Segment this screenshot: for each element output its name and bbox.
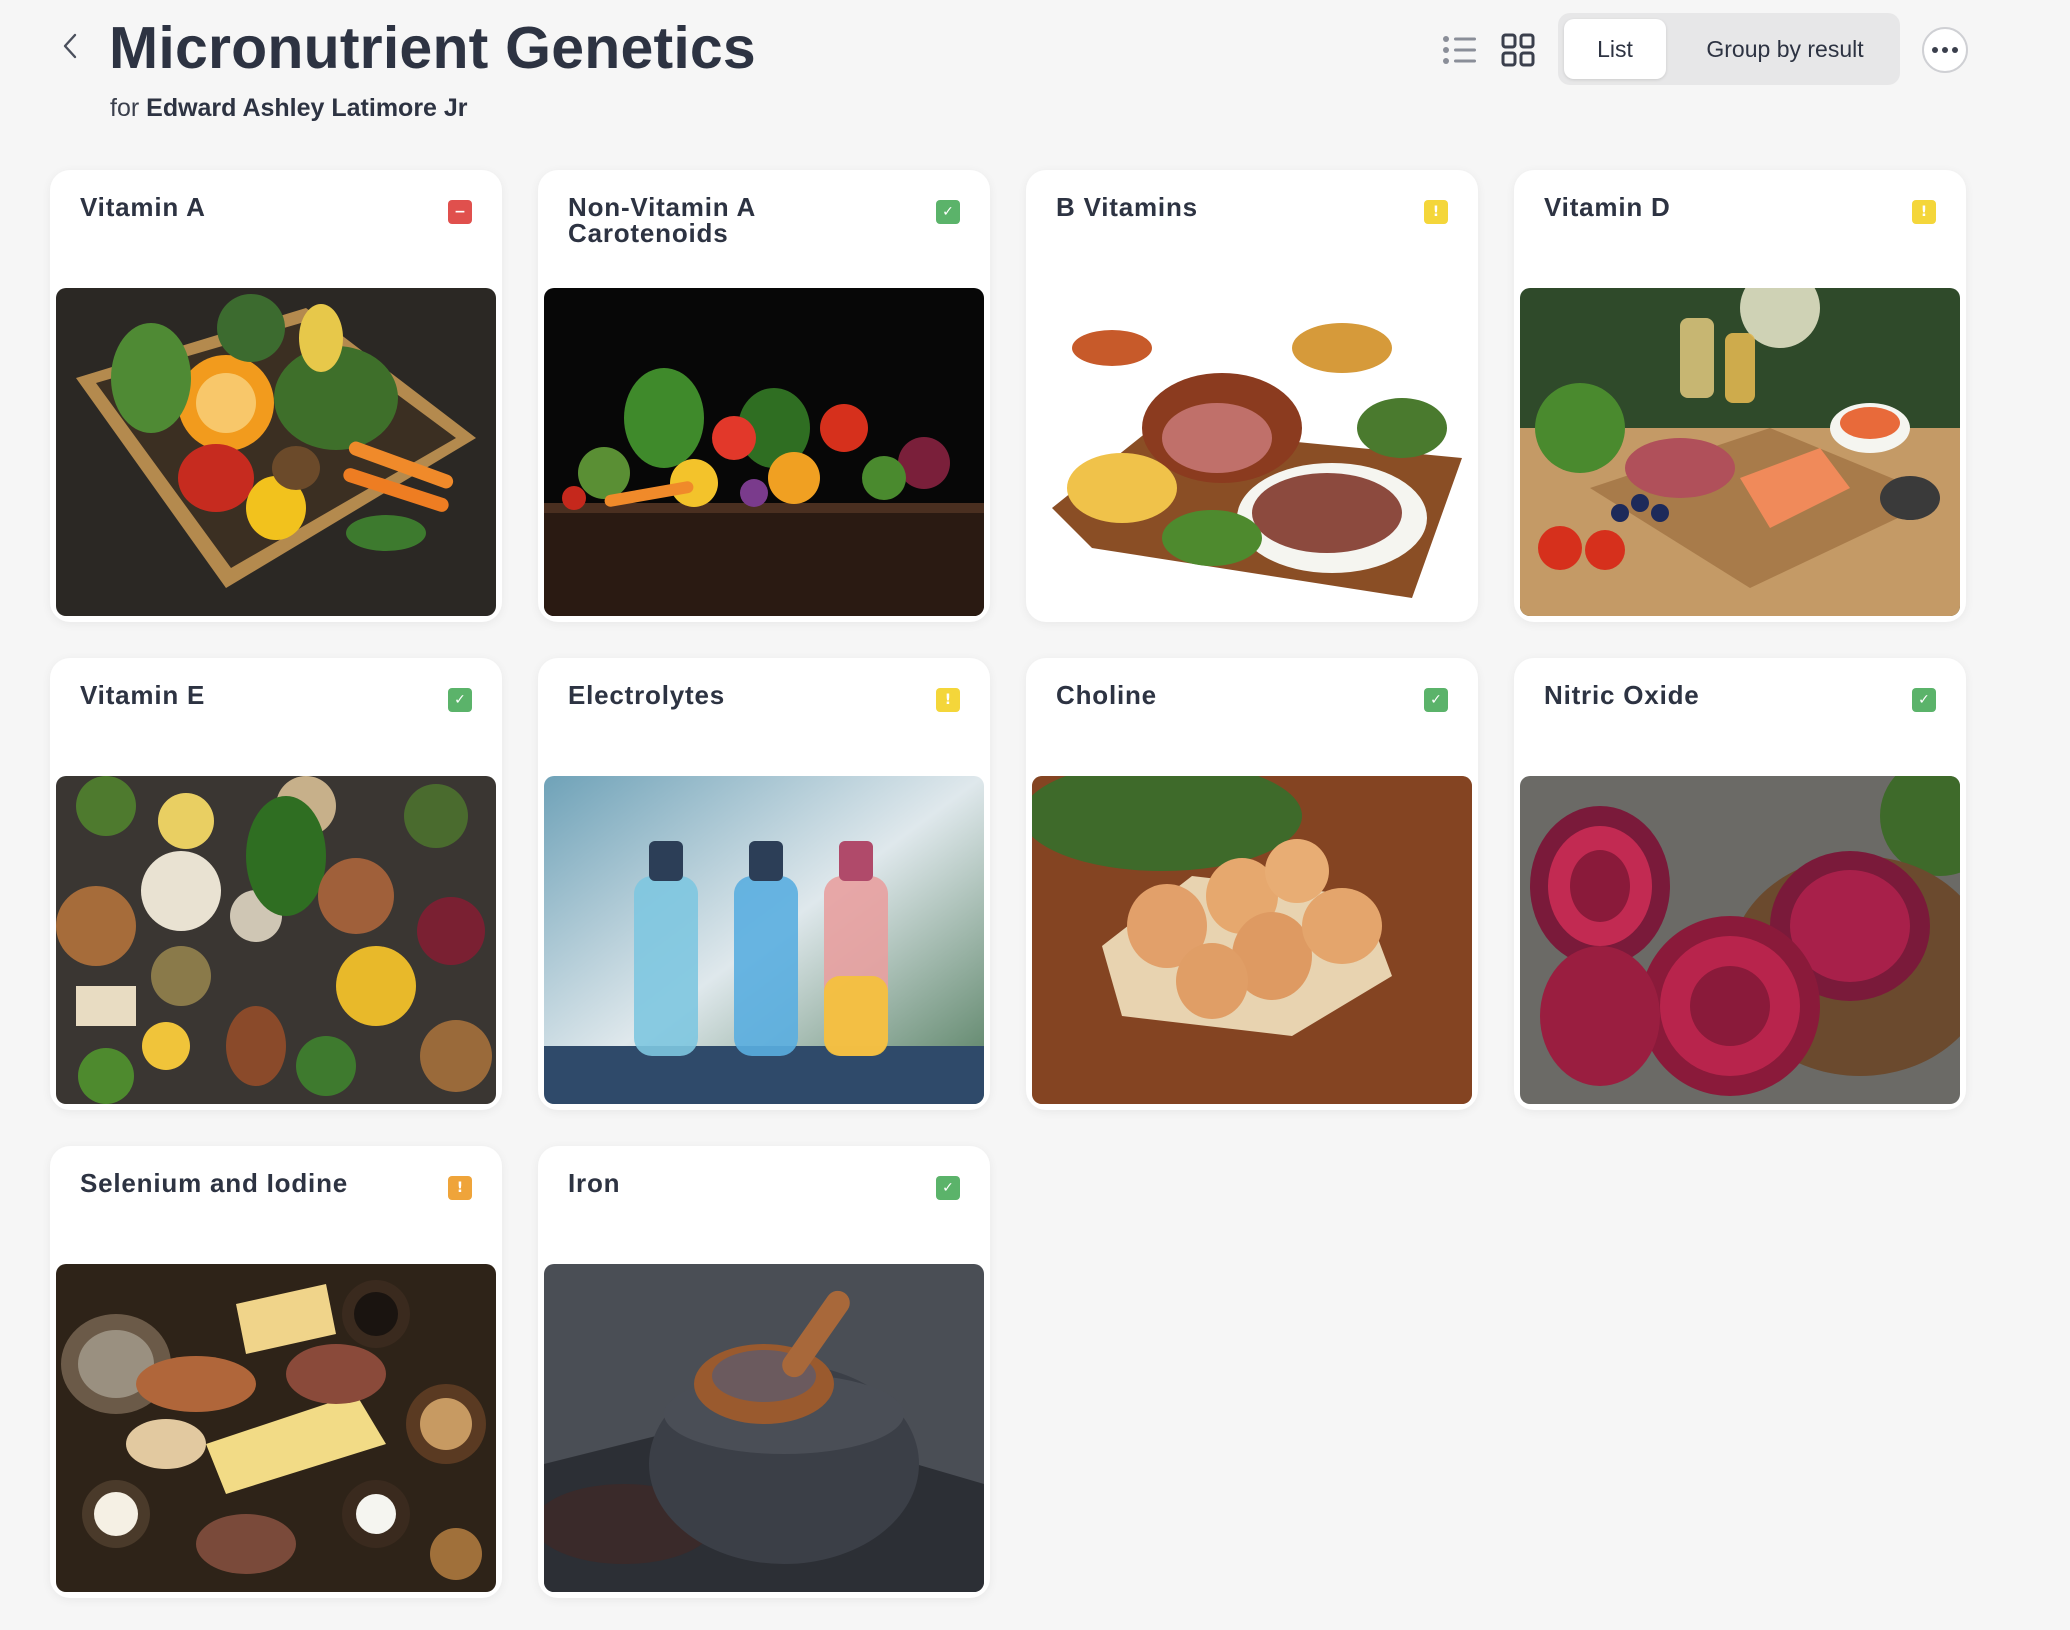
card-image	[544, 288, 984, 616]
card-title: Vitamin A	[80, 192, 206, 222]
card-title: Iron	[568, 1168, 621, 1198]
subtitle-prefix: for	[110, 94, 140, 122]
card-nitric-oxide[interactable]: Nitric Oxide ✓	[1514, 658, 1966, 1110]
card-b-vitamins[interactable]: B Vitamins !	[1026, 170, 1478, 622]
card-title: Choline	[1056, 680, 1157, 710]
card-image	[544, 776, 984, 1104]
list-icon	[1443, 36, 1476, 64]
chevron-left-icon	[63, 33, 77, 59]
card-non-vitamin-a-carotenoids[interactable]: Non-Vitamin A Carotenoids ✓	[538, 170, 990, 622]
card-choline[interactable]: Choline ✓	[1026, 658, 1478, 1110]
card-vitamin-d[interactable]: Vitamin D !	[1514, 170, 1966, 622]
more-icon	[1932, 47, 1958, 53]
status-check-icon: ✓	[1424, 688, 1448, 712]
grid-icon	[1501, 33, 1535, 67]
back-button[interactable]	[52, 28, 88, 64]
status-info-icon: !	[1912, 200, 1936, 224]
group-by-result-tab[interactable]: Group by result	[1676, 19, 1894, 79]
card-image	[56, 776, 496, 1104]
person-name: Edward Ashley Latimore Jr	[146, 94, 468, 122]
card-image	[544, 1264, 984, 1592]
card-electrolytes[interactable]: Electrolytes !	[538, 658, 990, 1110]
status-check-icon: ✓	[936, 200, 960, 224]
card-title: Non-Vitamin A Carotenoids	[568, 192, 756, 248]
status-check-icon: ✓	[1912, 688, 1936, 712]
card-vitamin-e[interactable]: Vitamin E ✓	[50, 658, 502, 1110]
card-title: Vitamin E	[80, 680, 206, 710]
card-title: B Vitamins	[1056, 192, 1198, 222]
card-image	[56, 288, 496, 616]
card-image	[1032, 776, 1472, 1104]
list-view-button[interactable]	[1440, 30, 1480, 70]
status-check-icon: ✓	[448, 688, 472, 712]
page-title: Micronutrient Genetics	[109, 15, 756, 81]
card-title: Nitric Oxide	[1544, 680, 1700, 710]
status-info-icon: !	[936, 688, 960, 712]
more-options-button[interactable]	[1922, 27, 1968, 73]
card-selenium-and-iodine[interactable]: Selenium and Iodine !	[50, 1146, 502, 1598]
card-title: Electrolytes	[568, 680, 726, 710]
status-warning-icon: −	[448, 200, 472, 224]
page-subtitle: for Edward Ashley Latimore Jr	[110, 92, 468, 124]
card-vitamin-a[interactable]: Vitamin A −	[50, 170, 502, 622]
card-title: Vitamin D	[1544, 192, 1671, 222]
card-image	[1520, 776, 1960, 1104]
card-iron[interactable]: Iron ✓	[538, 1146, 990, 1598]
card-image	[1032, 288, 1472, 616]
status-info-icon: !	[1424, 200, 1448, 224]
card-image	[56, 1264, 496, 1592]
status-check-icon: ✓	[936, 1176, 960, 1200]
card-title: Selenium and Iodine	[80, 1168, 349, 1198]
page: Micronutrient Genetics for Edward Ashley…	[0, 0, 2070, 1630]
status-info-icon: !	[448, 1176, 472, 1200]
view-mode-toggle: List Group by result	[1558, 13, 1900, 85]
grid-view-button[interactable]	[1498, 30, 1538, 70]
list-tab[interactable]: List	[1564, 19, 1666, 79]
card-image	[1520, 288, 1960, 616]
